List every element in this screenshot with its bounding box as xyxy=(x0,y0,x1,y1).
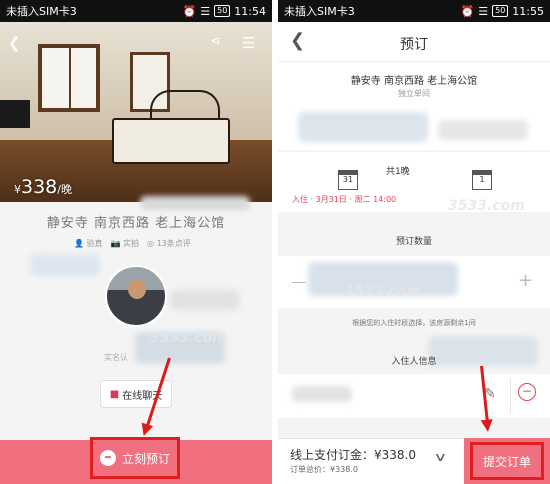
share-icon[interactable]: ⋖ xyxy=(210,34,221,49)
order-total: 订单总价：¥338.0 xyxy=(290,465,358,474)
left-phone-screen: 未插入SIM卡3 ⏰ ☰ 50 11:54 ❮ ⋖ ☰ ¥338/晚 静安寺 南… xyxy=(0,0,272,484)
nights-count: 共1晚 xyxy=(386,167,410,177)
price-unit: /晚 xyxy=(57,183,72,196)
chevron-down-icon[interactable]: ∨ xyxy=(433,450,447,464)
guest-section-label: 入住人信息 xyxy=(391,357,437,367)
page-title: 预订 xyxy=(400,37,428,53)
decrease-button[interactable] xyxy=(292,282,306,283)
checkout-calendar-icon[interactable]: 1 xyxy=(472,170,492,190)
remove-icon[interactable]: − xyxy=(518,383,536,401)
wifi-icon: ☰ xyxy=(478,4,489,18)
availability-hint: 根据您的入住时段选择，该房源剩余1间 xyxy=(352,319,476,327)
price-value: 338 xyxy=(21,176,58,198)
room-type: 独立单间 xyxy=(398,89,430,98)
listing-meta: 👤 验真 📷 实拍 ◎ 13条点评 xyxy=(74,238,191,249)
status-bar: 未插入SIM卡3 ⏰ ☰ 50 11:54 xyxy=(0,0,272,22)
listing-photo[interactable] xyxy=(0,22,272,202)
increase-button[interactable]: + xyxy=(518,270,533,291)
checkin-date-text: 入住 · 3月31日 · 周二 14:00 xyxy=(292,195,397,204)
alarm-icon: ⏰ xyxy=(182,4,197,18)
watermark: 3533.com xyxy=(344,284,421,300)
meta-photos: 📷 实拍 xyxy=(110,239,140,248)
price-tag: ¥338/晚 xyxy=(14,176,72,198)
book-now-label: 立刻预订 xyxy=(121,451,170,466)
battery-icon: 50 xyxy=(492,5,509,17)
book-now-button[interactable]: ➦ 立刻预订 xyxy=(90,437,180,479)
carrier-label: 未插入SIM卡3 xyxy=(6,5,77,18)
watermark: 3533.com xyxy=(448,198,525,214)
right-phone-screen: 未插入SIM卡3 ⏰ ☰ 50 11:55 ❮ 预订 静安寺 南京西路 老上海公… xyxy=(278,0,550,484)
watermark: 3533.com xyxy=(150,330,227,346)
checkin-calendar-icon[interactable]: 31 xyxy=(338,170,358,190)
status-bar: 未插入SIM卡3 ⏰ ☰ 50 11:55 xyxy=(278,0,550,22)
host-verified-text: 实名认 xyxy=(104,353,128,362)
host-avatar[interactable] xyxy=(105,265,167,327)
meta-verified: 👤 验真 xyxy=(74,239,103,248)
carrier-label: 未插入SIM卡3 xyxy=(284,5,355,18)
online-payment-amount: 线上支付订金：¥338.0 xyxy=(290,448,416,462)
battery-icon: 50 xyxy=(214,5,231,17)
price-symbol: ¥ xyxy=(14,183,21,196)
listing-title: 静安寺 南京西路 老上海公馆 xyxy=(46,216,226,231)
clock: 11:54 xyxy=(234,4,266,18)
back-icon[interactable]: ❮ xyxy=(8,34,21,52)
clock: 11:55 xyxy=(512,4,544,18)
wifi-icon: ☰ xyxy=(200,4,211,18)
alarm-icon: ⏰ xyxy=(460,4,475,18)
submit-order-button[interactable]: 提交订单 xyxy=(470,442,544,480)
menu-icon[interactable]: ☰ xyxy=(242,34,255,52)
hotel-name: 静安寺 南京西路 老上海公馆 xyxy=(350,76,478,87)
chat-bubble-icon: ■ xyxy=(109,388,120,400)
meta-reviews[interactable]: ◎ 13条点评 xyxy=(147,238,191,249)
quantity-label: 预订数量 xyxy=(395,237,432,247)
book-arrow-icon: ➦ xyxy=(99,450,116,466)
